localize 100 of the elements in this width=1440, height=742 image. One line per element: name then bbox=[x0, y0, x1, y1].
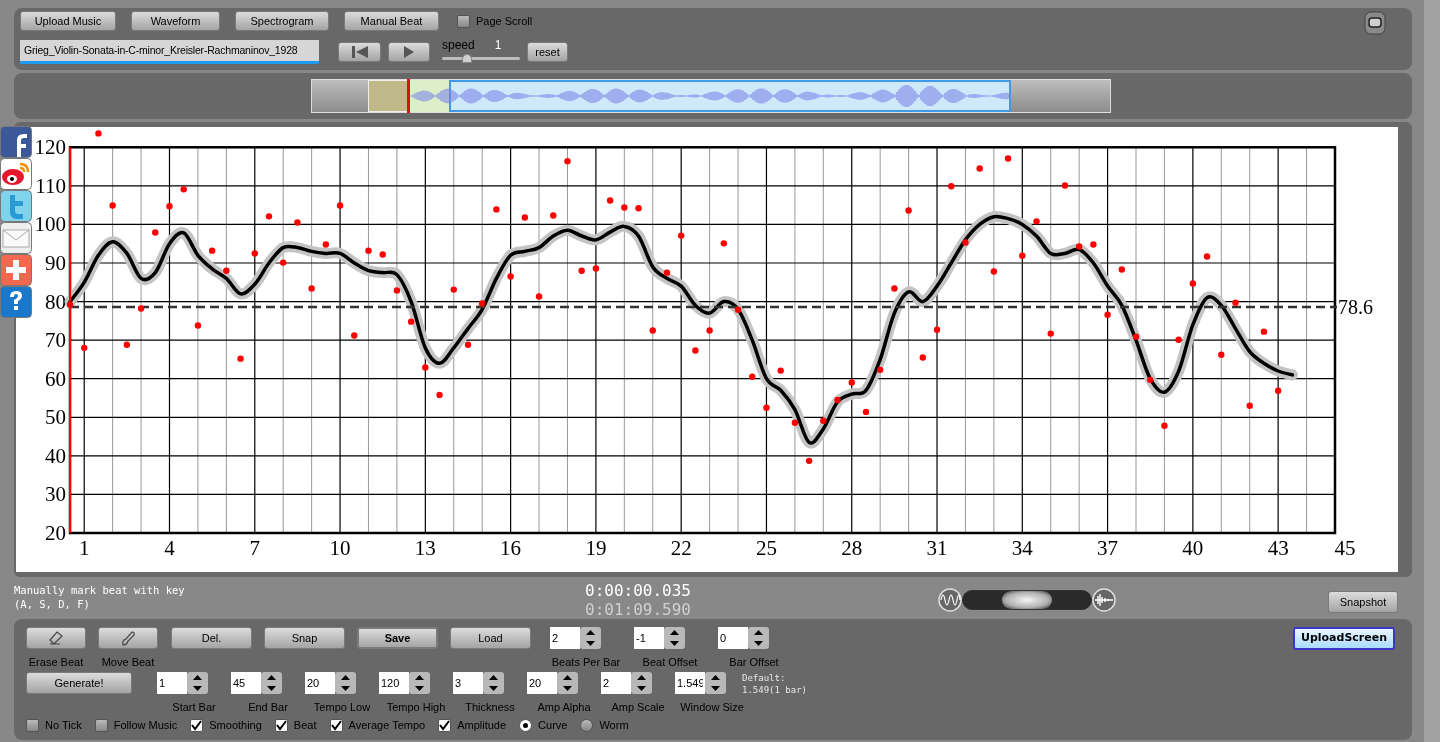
x-tick-label: 31 bbox=[926, 536, 948, 560]
number-field[interactable]: 20 bbox=[527, 672, 557, 694]
beat-point bbox=[805, 457, 813, 465]
snapshot-button[interactable]: Snapshot bbox=[1328, 591, 1398, 613]
beat-point bbox=[905, 207, 912, 214]
beat-point bbox=[407, 318, 415, 325]
toolbar-button[interactable]: Manual Beat bbox=[344, 11, 439, 31]
beat-point bbox=[152, 229, 159, 236]
timeline-track[interactable] bbox=[311, 79, 1111, 113]
y-tick-label: 30 bbox=[45, 482, 66, 507]
beat-point bbox=[336, 202, 344, 209]
sine-wave-icon[interactable] bbox=[938, 588, 962, 612]
number-field[interactable]: 120 bbox=[379, 672, 409, 694]
beat-point bbox=[280, 259, 287, 266]
stepper-button[interactable] bbox=[664, 627, 685, 649]
beat-point bbox=[1090, 241, 1097, 248]
beat-point bbox=[891, 285, 898, 292]
stepper-button[interactable] bbox=[631, 672, 652, 694]
waveform-icon[interactable] bbox=[1092, 588, 1116, 612]
number-field[interactable]: 3 bbox=[453, 672, 483, 694]
radio-label: Curve bbox=[538, 718, 568, 733]
y-tick-label: 60 bbox=[45, 366, 66, 391]
number-field[interactable]: 2 bbox=[601, 672, 631, 694]
window-icon[interactable] bbox=[1364, 11, 1386, 35]
tool-button[interactable] bbox=[26, 627, 86, 649]
speed-slider[interactable] bbox=[442, 57, 520, 60]
number-field[interactable]: 1 bbox=[157, 672, 187, 694]
plus-icon[interactable] bbox=[0, 254, 32, 286]
mail-icon[interactable] bbox=[0, 222, 32, 254]
field-label: Bar Offset bbox=[729, 655, 779, 670]
beat-point bbox=[592, 265, 600, 272]
file-name-field[interactable]: Grieg_Violin-Sonata-in-C-minor_Kreisler-Rachmaninov_1928 bbox=[20, 40, 319, 64]
skip-back-button[interactable] bbox=[338, 42, 381, 62]
x-tick-label: 45 bbox=[1334, 536, 1356, 560]
stepper-button[interactable] bbox=[335, 672, 356, 694]
radio-button[interactable] bbox=[519, 718, 533, 732]
checkbox[interactable] bbox=[274, 718, 288, 732]
checkbox[interactable] bbox=[26, 718, 39, 732]
number-field[interactable]: 0 bbox=[718, 627, 748, 649]
radio-button[interactable] bbox=[580, 718, 594, 732]
stepper-button[interactable] bbox=[187, 672, 208, 694]
number-field[interactable]: 20 bbox=[305, 672, 335, 694]
stepper-button[interactable] bbox=[409, 672, 430, 694]
beat-point bbox=[436, 391, 443, 399]
generate-button[interactable]: Generate! bbox=[26, 672, 132, 694]
beat-point bbox=[1274, 387, 1282, 394]
beat-point bbox=[720, 240, 727, 247]
number-field[interactable]: 45 bbox=[231, 672, 261, 694]
twitter-icon[interactable] bbox=[0, 190, 32, 222]
playhead-marker[interactable] bbox=[407, 79, 410, 113]
action-button[interactable]: Save bbox=[357, 627, 438, 649]
beat-point bbox=[237, 355, 244, 362]
field-label: Window Size bbox=[680, 700, 744, 715]
hint-text: (A, S, D, F) bbox=[14, 597, 91, 611]
weibo-icon[interactable] bbox=[0, 158, 32, 190]
beat-point bbox=[166, 203, 173, 210]
number-field[interactable]: -1 bbox=[634, 627, 664, 649]
blend-slider[interactable] bbox=[962, 590, 1092, 610]
total-time: 0:01:09.590 bbox=[585, 600, 692, 619]
beat-point bbox=[962, 239, 969, 246]
stepper-button[interactable] bbox=[557, 672, 578, 694]
toolbar-button[interactable]: Waveform bbox=[131, 11, 220, 31]
play-button[interactable] bbox=[388, 42, 430, 62]
action-button[interactable]: Load bbox=[450, 627, 531, 649]
stepper-button[interactable] bbox=[705, 672, 726, 694]
help-icon[interactable] bbox=[0, 286, 32, 318]
action-button[interactable]: Del. bbox=[171, 627, 252, 649]
stepper-button[interactable] bbox=[261, 672, 282, 694]
checkbox[interactable] bbox=[329, 718, 343, 732]
checkbox[interactable] bbox=[94, 718, 108, 732]
stepper-button[interactable] bbox=[483, 672, 504, 694]
loop-region[interactable] bbox=[368, 80, 408, 112]
tool-label: Erase Beat bbox=[28, 655, 84, 670]
y-tick-label: 50 bbox=[45, 405, 66, 430]
toolbar-button[interactable]: Spectrogram bbox=[235, 11, 329, 31]
checkbox[interactable] bbox=[190, 718, 204, 732]
y-tick-label: 120 bbox=[34, 135, 66, 160]
tool-button[interactable] bbox=[98, 627, 158, 649]
beat-point bbox=[1118, 266, 1125, 273]
x-tick-label: 43 bbox=[1267, 536, 1289, 560]
action-button[interactable]: Snap bbox=[264, 627, 345, 649]
facebook-icon[interactable] bbox=[0, 126, 32, 158]
x-tick-label: 1 bbox=[78, 536, 90, 560]
beat-point bbox=[777, 367, 784, 374]
beat-point bbox=[1189, 280, 1197, 287]
beat-point bbox=[876, 366, 884, 374]
number-field[interactable]: 2 bbox=[550, 627, 580, 649]
toolbar-button[interactable]: Upload Music bbox=[20, 11, 116, 31]
beat-point bbox=[393, 287, 401, 294]
checkbox-label: Beat bbox=[293, 718, 317, 733]
checkbox[interactable] bbox=[457, 14, 470, 28]
checkbox[interactable] bbox=[438, 718, 452, 732]
field-label: Beat Offset bbox=[642, 655, 698, 670]
stepper-button[interactable] bbox=[580, 627, 601, 649]
radio-label: Worm bbox=[599, 718, 629, 733]
beat-point bbox=[606, 197, 614, 204]
beat-point bbox=[692, 347, 699, 354]
reset-button[interactable]: reset bbox=[527, 42, 568, 62]
stepper-button[interactable] bbox=[748, 627, 769, 649]
upload-screen-button[interactable]: UploadScreen bbox=[1293, 627, 1395, 650]
